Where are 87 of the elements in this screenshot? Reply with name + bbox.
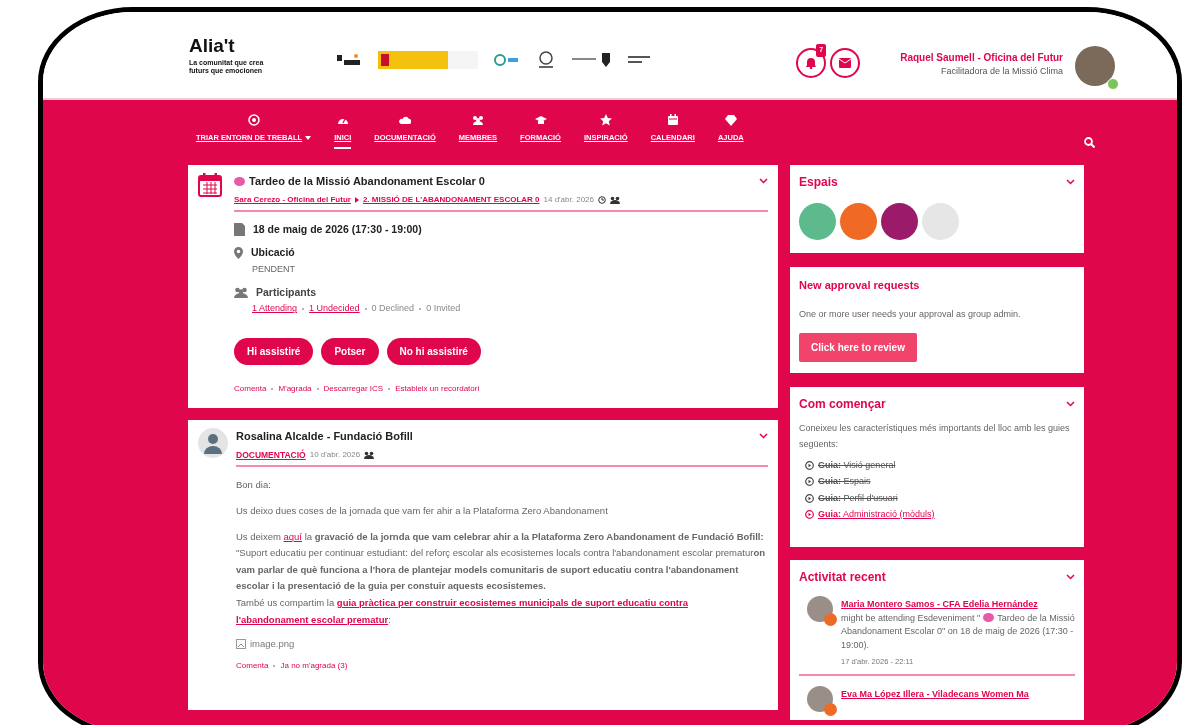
post-paragraph: Us deixo dues coses de la jornada que vam fer ahir a la Plataforma Zero Abandonament bbox=[236, 503, 609, 518]
action-link[interactable]: Comenta bbox=[236, 659, 269, 672]
graduation-cap-icon bbox=[534, 113, 547, 126]
group-link[interactable]: DOCUMENTACIÓ bbox=[236, 448, 306, 462]
post-paragraph: Bon dia: bbox=[236, 478, 272, 493]
panel-title: New approval requests bbox=[799, 278, 920, 293]
participants-count: 0 Declined bbox=[371, 302, 415, 316]
action-link[interactable]: M'agrada bbox=[278, 382, 312, 395]
chevron-down-icon[interactable] bbox=[1066, 179, 1075, 185]
messages-button[interactable] bbox=[830, 48, 861, 78]
guide-link[interactable]: Guia: Visió general bbox=[818, 458, 896, 472]
location-pin-icon bbox=[234, 247, 243, 260]
sponsor-logo bbox=[494, 54, 520, 66]
action-link[interactable]: Estableix un recordatori bbox=[395, 382, 480, 395]
search-icon[interactable] bbox=[1084, 136, 1095, 148]
user-name[interactable]: Raquel Saumell - Oficina del Futur bbox=[900, 50, 1063, 65]
location-label: Ubicació bbox=[251, 245, 295, 261]
clock-icon bbox=[598, 195, 606, 204]
action-link[interactable]: Ja no m'agrada (3) bbox=[280, 659, 348, 672]
caret-right-icon bbox=[354, 196, 359, 203]
users-icon bbox=[234, 286, 248, 298]
star-icon bbox=[599, 113, 612, 126]
users-icon bbox=[610, 195, 620, 204]
post-author[interactable]: Rosalina Alcalde - Fundació Bofill bbox=[236, 428, 413, 445]
sponsor-logo bbox=[628, 54, 652, 66]
play-circle-icon bbox=[805, 460, 814, 470]
panel-title: Activitat recent bbox=[799, 569, 886, 586]
envelope-icon bbox=[839, 58, 852, 68]
document-icon bbox=[234, 222, 245, 236]
logo: Alia't bbox=[189, 36, 236, 55]
post-date: 14 d'abr. 2026 bbox=[543, 193, 594, 206]
post-paragraph: Us deixem aquí la gravació de la jornda que vam celebrar ahir a la Plataforma Zero Abandonament de Fundació Bofill: "Suport educatiu per continuar estudiant: del reforç escolar als ecosistemes locals contra l'abandonament escolar prematuron vam parlar de què funciona a l'hora de plantejar models comunitaris de suport educatiu contra l'abandonament escolar i la presentació de la guia per constuir aquests ecosistemes. També us compartim la guia pràctica per construir ecosistemes municipals de suport educatiu contra l'abandonament escolar prematur: bbox=[236, 529, 767, 627]
guide-link[interactable]: Guia: Administració (mòduls) bbox=[818, 508, 935, 522]
event-date: 18 de maig de 2026 (17:30 - 19:00) bbox=[253, 221, 422, 237]
sponsor-logo bbox=[536, 50, 556, 70]
rsvp-button[interactable]: No hi assistiré bbox=[386, 337, 481, 365]
target-icon bbox=[247, 113, 260, 126]
space-badge bbox=[824, 613, 837, 626]
user-link[interactable]: Maria Montero Samos - CFA Edelia Hernández bbox=[841, 599, 1038, 609]
space-avatar[interactable] bbox=[840, 203, 877, 240]
play-circle-icon bbox=[805, 477, 814, 487]
sponsor-logo bbox=[572, 51, 612, 69]
play-circle-icon bbox=[805, 493, 814, 503]
approval-text: One or more user needs your approval as group admin. bbox=[799, 307, 1022, 321]
review-button[interactable]: Click here to review bbox=[799, 333, 917, 362]
participants-label: Participants bbox=[256, 284, 317, 300]
avatar[interactable] bbox=[1075, 46, 1115, 86]
participants-link[interactable]: 1 Undecided bbox=[309, 302, 360, 316]
sponsor-logo bbox=[336, 53, 362, 67]
bell-icon bbox=[805, 57, 818, 69]
chevron-down-icon[interactable] bbox=[759, 178, 768, 185]
broken-image-icon bbox=[236, 639, 246, 650]
rsvp-button[interactable]: Hi assistiré bbox=[234, 337, 314, 365]
event-title: Tardeo de la Missió Abandonament Escolar 0 bbox=[249, 174, 485, 189]
location-value: PENDENT bbox=[252, 263, 296, 276]
text-link[interactable]: guia pràctica per construir ecosistemes municipals de suport educatiu contra bbox=[336, 597, 688, 608]
participants-count: 0 Invited bbox=[426, 302, 461, 316]
panel-title: Espais bbox=[799, 174, 838, 191]
author-link[interactable]: Sara Cerezo - Oficina del Futur bbox=[234, 193, 351, 206]
chevron-down-icon[interactable] bbox=[759, 433, 768, 440]
user-avatar[interactable] bbox=[807, 685, 833, 712]
panel-title: Com començar bbox=[799, 396, 886, 413]
user-role: Facilitadora de la Missió Clima bbox=[939, 65, 1063, 78]
activity-text: might be attending Esdeveniment " Tardeo de la Missió Abandonament Escolar 0" on 18 de maig de 2026 (17:30 - 19:00). bbox=[841, 611, 1075, 653]
chevron-down-icon[interactable] bbox=[1066, 401, 1075, 407]
users-icon bbox=[471, 113, 484, 126]
calendar-icon bbox=[198, 173, 222, 197]
user-link[interactable]: Eva Ma López Illera - Viladecans Women Ma bbox=[841, 688, 1029, 699]
post-date: 10 d'abr. 2026 bbox=[309, 448, 361, 461]
action-link[interactable]: Descarregar ICS bbox=[323, 382, 384, 395]
text-link[interactable]: aquí bbox=[283, 530, 302, 542]
action-link[interactable]: Comenta bbox=[234, 382, 267, 395]
play-circle-icon bbox=[805, 510, 814, 520]
rsvp-button[interactable]: Potser bbox=[321, 337, 379, 365]
space-avatar[interactable] bbox=[881, 203, 918, 240]
image-alt-text: image.png bbox=[250, 637, 295, 652]
user-avatar[interactable] bbox=[807, 596, 833, 622]
chevron-down-icon[interactable] bbox=[1066, 574, 1075, 580]
calendar-icon bbox=[666, 113, 679, 126]
intro-text: Coneixeu les característiques més importants del lloc amb les guies següents: bbox=[799, 422, 1071, 451]
guide-link[interactable]: Guia: Espais bbox=[818, 475, 871, 489]
users-icon bbox=[364, 450, 375, 459]
guide-link[interactable]: Guia: Perfil d'usuari bbox=[818, 491, 898, 505]
diamond-icon bbox=[724, 113, 737, 126]
participants-link[interactable]: 1 Attending bbox=[252, 302, 298, 316]
group-link[interactable]: 2. MISSIÓ DE L'ABANDONAMENT ESCOLAR 0 bbox=[362, 193, 540, 206]
avatar-silhouette-icon bbox=[198, 428, 228, 458]
